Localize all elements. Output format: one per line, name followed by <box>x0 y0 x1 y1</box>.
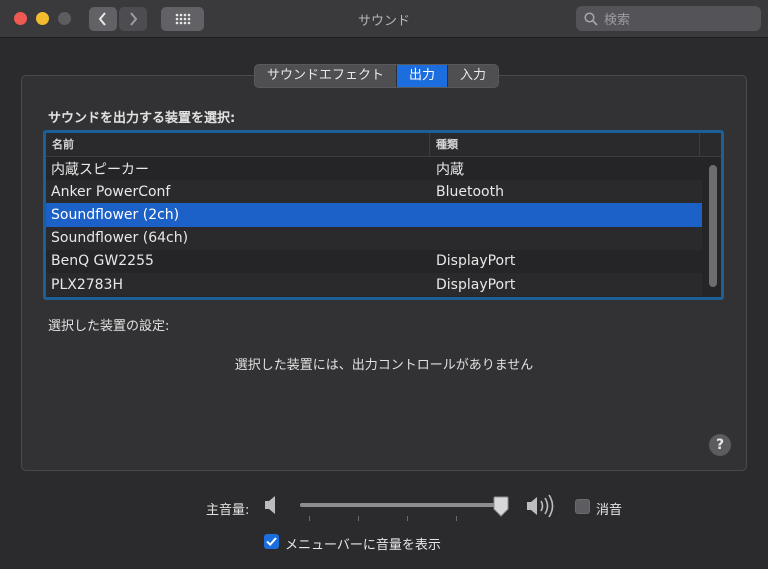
column-header-type[interactable]: 種類 <box>430 133 700 156</box>
table-row[interactable]: 内蔵スピーカー 内蔵 <box>46 157 702 180</box>
table-row[interactable]: Anker PowerConf Bluetooth <box>46 180 702 204</box>
device-name: PLX2783H <box>51 276 123 293</box>
volume-tick <box>407 516 408 521</box>
device-name: BenQ GW2255 <box>51 253 154 270</box>
device-name: Soundflower (64ch) <box>51 230 189 247</box>
table-header: 名前 種類 <box>46 133 721 157</box>
title-bar: サウンド 検索 <box>0 0 768 38</box>
device-type: 内蔵 <box>436 161 464 178</box>
table-row[interactable]: BenQ GW2255 DisplayPort <box>46 250 702 273</box>
show-volume-in-menubar-checkbox[interactable] <box>264 534 279 549</box>
output-device-heading: サウンドを出力する装置を選択: <box>48 111 236 126</box>
no-controls-message: 選択した装置には、出力コントロールがありません <box>234 358 534 373</box>
table-row-selected[interactable]: Soundflower (2ch) <box>46 203 702 227</box>
help-button[interactable]: ? <box>709 434 731 456</box>
search-placeholder: 検索 <box>604 13 631 28</box>
output-volume-label: 主音量: <box>206 503 250 518</box>
device-name: Soundflower (2ch) <box>51 206 180 223</box>
scrollbar-thumb[interactable] <box>709 165 717 287</box>
volume-slider[interactable] <box>300 503 505 507</box>
table-row[interactable]: Soundflower (64ch) <box>46 226 702 250</box>
device-name: 内蔵スピーカー <box>51 161 149 178</box>
tab-sound-effects[interactable]: サウンドエフェクト <box>255 65 398 87</box>
volume-tick <box>309 516 310 521</box>
device-settings-label: 選択した装置の設定: <box>48 319 170 334</box>
device-list: 内蔵スピーカー 内蔵 Anker PowerConf Bluetooth Sou… <box>46 157 721 297</box>
tab-bar: サウンドエフェクト 出力 入力 <box>254 64 500 88</box>
mute-checkbox[interactable] <box>575 499 590 514</box>
search-field[interactable]: 検索 <box>576 6 761 31</box>
volume-slider-knob[interactable] <box>493 496 509 518</box>
device-type: DisplayPort <box>436 253 516 270</box>
volume-tick <box>456 516 457 521</box>
column-header-name[interactable]: 名前 <box>46 133 430 156</box>
mute-label: 消音 <box>596 503 623 518</box>
device-type: Bluetooth <box>436 183 504 200</box>
volume-tick <box>358 516 359 521</box>
tab-input[interactable]: 入力 <box>448 65 498 87</box>
table-scrollbar[interactable] <box>708 165 718 287</box>
table-row[interactable]: PLX2783H DisplayPort <box>46 272 702 297</box>
speaker-high-icon <box>527 494 554 518</box>
device-name: Anker PowerConf <box>51 183 171 200</box>
tab-output[interactable]: 出力 <box>397 65 449 87</box>
device-type: DisplayPort <box>436 276 516 293</box>
checkmark-icon <box>266 537 277 547</box>
search-icon <box>584 11 598 26</box>
speaker-low-icon <box>265 496 275 514</box>
show-volume-in-menubar-label: メニューバーに音量を表示 <box>285 538 441 553</box>
volume-slider-fill <box>300 503 505 507</box>
output-device-table[interactable]: 名前 種類 内蔵スピーカー 内蔵 Anker PowerConf Bluetoo… <box>43 130 724 300</box>
